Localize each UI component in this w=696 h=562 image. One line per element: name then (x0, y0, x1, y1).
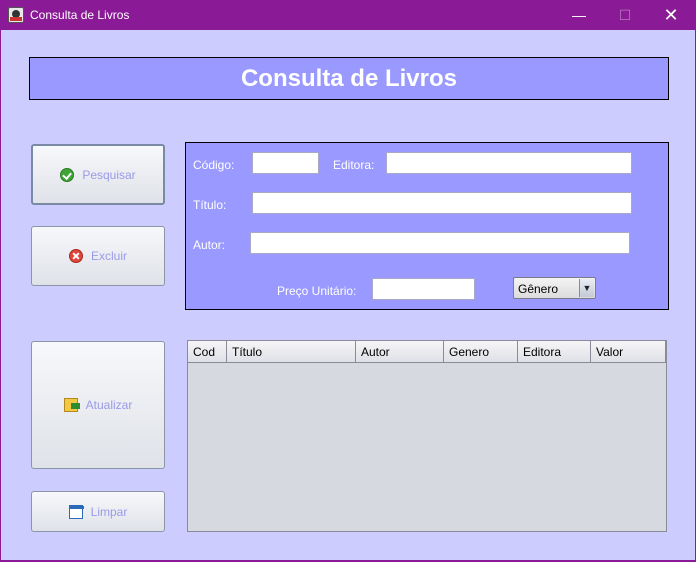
pesquisar-button[interactable]: Pesquisar (31, 144, 165, 205)
excluir-label: Excluir (90, 249, 127, 263)
check-icon (60, 167, 75, 182)
column-header-editora[interactable]: Editora (518, 341, 591, 363)
header-panel: Consulta de Livros (29, 57, 669, 100)
preco-unitario-label: Preço Unitário: (277, 284, 357, 298)
atualizar-button[interactable]: Atualizar (31, 341, 165, 469)
codigo-label: Código: (193, 158, 235, 172)
editora-input[interactable] (386, 152, 632, 174)
titulo-input[interactable] (252, 192, 632, 214)
window-icon (68, 504, 84, 519)
atualizar-label: Atualizar (85, 398, 133, 412)
column-header-autor[interactable]: Autor (356, 341, 444, 363)
editora-label: Editora: (333, 158, 375, 172)
page-title: Consulta de Livros (240, 64, 458, 92)
update-icon (63, 398, 80, 412)
excluir-button[interactable]: Excluir (31, 226, 165, 286)
app-icon (8, 7, 24, 23)
minimize-button[interactable]: — (556, 0, 602, 30)
close-button[interactable]: ✕ (648, 0, 694, 30)
autor-input[interactable] (250, 232, 630, 254)
codigo-input[interactable] (252, 152, 319, 174)
column-header-titulo[interactable]: Título (227, 341, 356, 363)
genero-selected-value: Gênero (518, 282, 559, 296)
window-titlebar: Consulta de Livros — ☐ ✕ (0, 0, 696, 30)
genero-select[interactable]: Gênero ▼ (513, 277, 596, 299)
books-table[interactable]: Cod Título Autor Genero Editora Valor (187, 340, 667, 532)
titulo-label: Título: (193, 198, 227, 212)
chevron-down-icon[interactable]: ▼ (579, 279, 594, 297)
delete-icon (68, 249, 83, 263)
maximize-button[interactable]: ☐ (602, 0, 648, 30)
table-header: Cod Título Autor Genero Editora Valor (188, 341, 666, 363)
search-form-panel: Código: Editora: Título: Autor: Preço Un… (185, 142, 669, 310)
pesquisar-label: Pesquisar (82, 167, 136, 182)
window-title: Consulta de Livros (30, 8, 130, 22)
autor-label: Autor: (193, 238, 226, 252)
limpar-button[interactable]: Limpar (31, 491, 165, 532)
limpar-label: Limpar (90, 504, 128, 519)
column-header-genero[interactable]: Genero (444, 341, 518, 363)
preco-unitario-input[interactable] (372, 278, 475, 300)
column-header-cod[interactable]: Cod (188, 341, 227, 363)
column-header-valor[interactable]: Valor (591, 341, 666, 363)
